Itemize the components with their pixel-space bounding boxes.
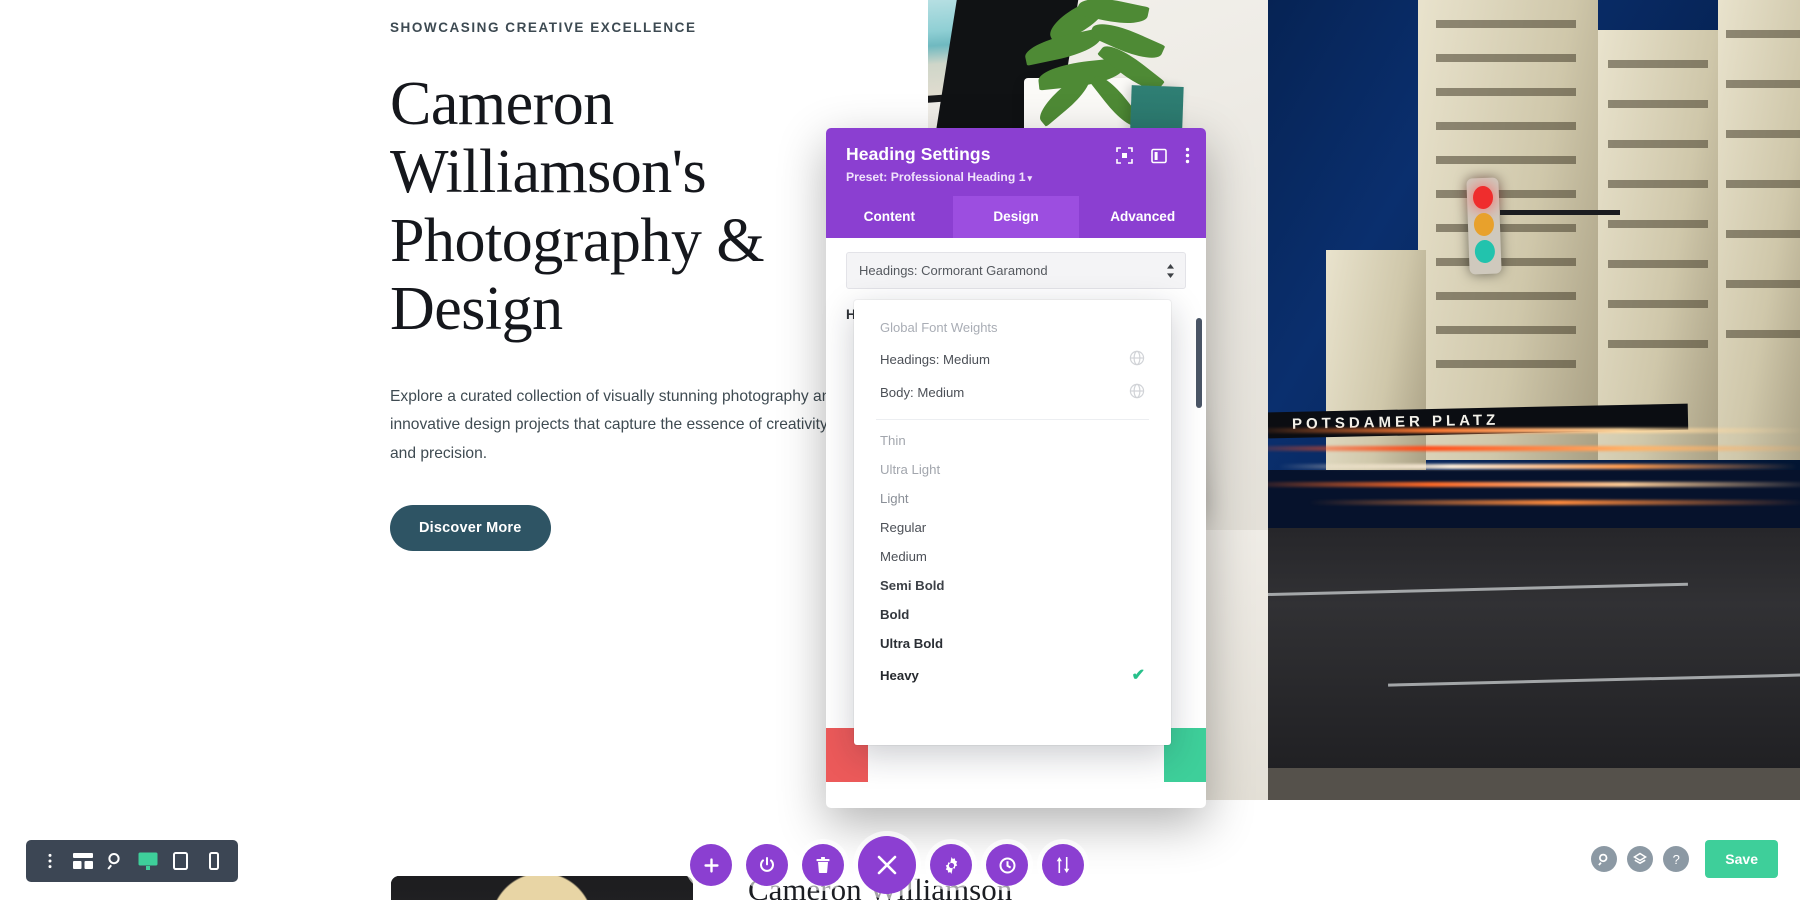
tab-content[interactable]: Content <box>826 196 953 238</box>
search-icon[interactable] <box>1591 846 1618 872</box>
weight-option-medium[interactable]: Medium <box>854 542 1171 571</box>
hero-paragraph: Explore a curated collection of visually… <box>390 387 840 462</box>
focus-icon[interactable] <box>1116 147 1133 164</box>
weight-option-label: Ultra Light <box>880 462 941 477</box>
gear-icon[interactable] <box>930 844 972 886</box>
zoom-out-icon[interactable] <box>103 848 129 874</box>
heading-font-value: Headings: Cormorant Garamond <box>859 263 1048 278</box>
tab-design[interactable]: Design <box>952 196 1080 238</box>
hero-eyebrow: SHOWCASING CREATIVE EXCELLENCE <box>390 20 697 35</box>
chevron-down-icon: ▾ <box>1027 173 1033 183</box>
tab-advanced[interactable]: Advanced <box>1079 196 1206 238</box>
sort-icon[interactable] <box>1042 844 1084 886</box>
weight-option-label: Light <box>880 491 909 506</box>
save-button[interactable]: Save <box>1705 840 1778 878</box>
tablet-icon[interactable] <box>168 848 194 874</box>
global-font-weights-label: Global Font Weights <box>880 320 998 335</box>
global-weight-body-label: Body: Medium <box>880 385 965 400</box>
heading-font-select[interactable]: Headings: Cormorant Garamond <box>846 252 1186 289</box>
dropdown-divider <box>876 419 1149 420</box>
page-title: Cameron Williamson's Photography & Desig… <box>390 70 765 343</box>
weight-option-semi-bold[interactable]: Semi Bold <box>854 571 1171 600</box>
trash-icon[interactable] <box>802 844 844 886</box>
weight-option-label: Ultra Bold <box>880 636 944 651</box>
weight-option-label: Semi Bold <box>880 578 945 593</box>
weight-option-regular[interactable]: Regular <box>854 513 1171 542</box>
help-icon[interactable]: ? <box>1663 846 1690 872</box>
globe-icon <box>1129 383 1145 402</box>
builder-utility-bar: ? Save <box>1591 840 1778 878</box>
heading-font-field: Headings: Cormorant Garamond <box>826 238 1206 289</box>
builder-action-bar <box>690 836 1084 894</box>
modal-header-icons <box>1116 147 1190 164</box>
layout-panel-icon[interactable] <box>1151 148 1167 164</box>
weight-option-label: Thin <box>880 433 906 448</box>
preset-label: Preset: Professional Heading 1 <box>846 170 1026 184</box>
check-icon: ✔ <box>1131 667 1145 684</box>
builder-viewport: SHOWCASING CREATIVE EXCELLENCE Cameron W… <box>0 0 1800 900</box>
weight-option-label: Heavy <box>880 667 919 683</box>
more-vertical-icon[interactable] <box>37 848 63 874</box>
mobile-icon[interactable] <box>201 848 227 874</box>
weight-option-thin[interactable]: Thin <box>854 426 1171 455</box>
weight-option-label: Bold <box>880 607 910 622</box>
global-weight-headings[interactable]: Headings: Medium <box>854 343 1171 376</box>
power-icon[interactable] <box>746 844 788 886</box>
hero-text-block: SHOWCASING CREATIVE EXCELLENCE Cameron W… <box>390 20 860 551</box>
weight-option-label: Regular <box>880 520 927 535</box>
weight-option-light[interactable]: Light <box>854 484 1171 513</box>
device-preview-toolbar <box>26 840 238 882</box>
history-icon[interactable] <box>986 844 1028 886</box>
weight-option-heavy[interactable]: Heavy ✔ <box>854 658 1171 692</box>
globe-icon <box>1129 350 1145 369</box>
font-weight-dropdown: Global Font Weights Headings: Medium Bod… <box>854 300 1171 745</box>
traffic-light <box>1466 177 1502 275</box>
desktop-icon[interactable] <box>135 848 161 874</box>
modal-tabs: Content Design Advanced <box>826 196 1206 238</box>
stepper-arrows-icon <box>1166 263 1175 278</box>
global-weight-headings-label: Headings: Medium <box>880 352 990 367</box>
weight-option-label: Medium <box>880 549 927 564</box>
close-icon[interactable] <box>858 836 916 894</box>
global-weight-body[interactable]: Body: Medium <box>854 376 1171 409</box>
weight-option-ultra-bold[interactable]: Ultra Bold <box>854 629 1171 658</box>
preset-selector[interactable]: Preset: Professional Heading 1 ▾ <box>846 170 1188 184</box>
wireframe-icon[interactable] <box>70 848 96 874</box>
discover-more-button[interactable]: Discover More <box>390 504 551 551</box>
modal-scrollbar-thumb[interactable] <box>1196 318 1202 408</box>
portrait-thumbnail <box>391 876 693 900</box>
modal-header: Heading Settings Preset: Professional He… <box>826 128 1206 196</box>
layers-icon[interactable] <box>1627 846 1654 872</box>
hero-photo-cityscape: POTSDAMER PLATZ <box>1268 0 1800 800</box>
weight-option-ultra-light[interactable]: Ultra Light <box>854 455 1171 484</box>
weight-option-bold[interactable]: Bold <box>854 600 1171 629</box>
add-icon[interactable] <box>690 844 732 886</box>
more-vertical-icon[interactable] <box>1185 147 1190 164</box>
